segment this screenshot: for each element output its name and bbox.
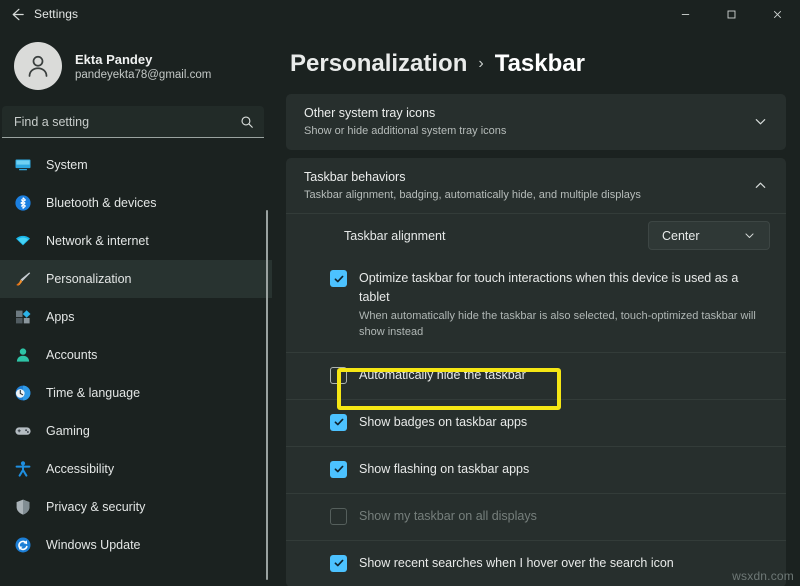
checkbox-checked-icon[interactable] [330,461,347,478]
gamepad-icon [14,422,32,440]
sidebar-item-label: Privacy & security [46,500,145,514]
sidebar-item-privacy-security[interactable]: Privacy & security [0,488,272,526]
checkbox-row-show-recent-searches-when-i-hover-over-t[interactable]: Show recent searches when I hover over t… [286,540,786,586]
avatar[interactable] [14,42,62,90]
sidebar-item-label: Network & internet [46,234,149,248]
checkbox-label: Optimize taskbar for touch interactions … [359,269,770,305]
checkbox-checked-icon[interactable] [330,555,347,572]
checkbox-label: Show recent searches when I hover over t… [359,554,770,572]
sidebar-item-label: Gaming [46,424,90,438]
checkbox-label: Automatically hide the taskbar [359,366,770,384]
account-block[interactable]: Ekta Pandey pandeyekta78@gmail.com [0,32,272,100]
taskbar-alignment-label: Taskbar alignment [344,229,648,243]
chevron-down-icon[interactable] [739,230,759,241]
account-name: Ekta Pandey [75,52,211,67]
sidebar-item-apps[interactable]: Apps [0,298,272,336]
maximize-button[interactable] [708,0,754,28]
page-title: Taskbar [495,50,585,78]
checkbox-label: Show my taskbar on all displays [359,507,770,525]
breadcrumb-parent[interactable]: Personalization [290,50,467,78]
window-title-bar: Settings [0,0,800,28]
bluetooth-icon [14,194,32,212]
search-input[interactable] [14,115,240,129]
checkbox-row-optimize-taskbar-for-touch-interactions-[interactable]: Optimize taskbar for touch interactions … [286,257,786,351]
sidebar-item-label: System [46,158,88,172]
checkbox-checked-icon[interactable] [330,270,347,287]
section-subtitle: Show or hide additional system tray icon… [304,124,750,139]
minimize-button[interactable] [662,0,708,28]
section-header-tray-icons[interactable]: Other system tray icons Show or hide add… [286,94,786,150]
close-button[interactable] [754,0,800,28]
paintbrush-icon [14,270,32,288]
sidebar-nav-list: System Bluetooth & devices Network & inter… [0,146,272,564]
section-header-taskbar-behaviors[interactable]: Taskbar behaviors Taskbar alignment, bad… [286,158,786,214]
checkbox-checked-icon[interactable] [330,414,347,431]
watermark: wsxdn.com [732,569,794,583]
taskbar-alignment-value: Center [662,229,700,243]
sidebar-item-time-language[interactable]: Time & language [0,374,272,412]
sidebar-item-label: Personalization [46,272,131,286]
wifi-icon [14,232,32,250]
sidebar-item-windows-update[interactable]: Windows Update [0,526,272,564]
section-other-system-tray-icons: Other system tray icons Show or hide add… [286,94,786,150]
system-monitor-icon [14,156,32,174]
sidebar-item-label: Accessibility [46,462,114,476]
sidebar-item-label: Time & language [46,386,140,400]
update-refresh-icon [14,536,32,554]
account-email: pandeyekta78@gmail.com [75,69,211,81]
sidebar-scrollbar[interactable] [266,210,268,580]
section-taskbar-behaviors: Taskbar behaviors Taskbar alignment, bad… [286,158,786,586]
checkbox-row-automatically-hide-the-taskbar[interactable]: Automatically hide the taskbar [286,352,786,399]
checkbox-label: Show badges on taskbar apps [359,413,770,431]
sidebar-item-label: Apps [46,310,75,324]
apps-blocks-icon [14,308,32,326]
accessibility-person-icon [14,460,32,478]
sidebar-item-bluetooth-devices[interactable]: Bluetooth & devices [0,184,272,222]
checkbox-row-show-my-taskbar-on-all-displays: Show my taskbar on all displays [286,493,786,540]
section-subtitle: Taskbar alignment, badging, automaticall… [304,188,750,203]
sidebar-item-system[interactable]: System [0,146,272,184]
breadcrumb: Personalization › Taskbar [286,28,786,94]
window-controls [662,0,800,28]
account-person-icon [14,346,32,364]
checkbox-row-show-badges-on-taskbar-apps[interactable]: Show badges on taskbar apps [286,399,786,446]
search-box[interactable] [2,106,264,138]
checkbox-unchecked-icon [330,508,347,525]
shield-icon [14,498,32,516]
taskbar-behavior-checkbox-list: Optimize taskbar for touch interactions … [286,257,786,586]
taskbar-alignment-dropdown[interactable]: Center [648,221,770,250]
checkbox-label: Show flashing on taskbar apps [359,460,770,478]
sidebar-item-label: Accounts [46,348,97,362]
checkbox-row-show-flashing-on-taskbar-apps[interactable]: Show flashing on taskbar apps [286,446,786,493]
sidebar: Ekta Pandey pandeyekta78@gmail.com Syste… [0,28,272,586]
sidebar-item-label: Windows Update [46,538,141,552]
sidebar-item-gaming[interactable]: Gaming [0,412,272,450]
section-title: Taskbar behaviors [304,169,750,186]
breadcrumb-separator-icon: › [478,55,483,73]
main-content: Personalization › Taskbar Other system t… [272,28,800,586]
sidebar-item-accounts[interactable]: Accounts [0,336,272,374]
sidebar-item-network-internet[interactable]: Network & internet [0,222,272,260]
chevron-up-icon[interactable] [750,179,770,192]
sidebar-item-personalization[interactable]: Personalization [0,260,272,298]
checkbox-description: When automatically hide the taskbar is a… [359,309,770,341]
chevron-down-icon[interactable] [750,115,770,128]
back-arrow-icon[interactable] [0,0,34,28]
sidebar-item-label: Bluetooth & devices [46,196,157,210]
app-title: Settings [34,7,78,21]
search-icon[interactable] [240,115,254,129]
clock-globe-icon [14,384,32,402]
checkbox-unchecked-icon[interactable] [330,367,347,384]
section-title: Other system tray icons [304,105,750,122]
sidebar-item-accessibility[interactable]: Accessibility [0,450,272,488]
row-taskbar-alignment: Taskbar alignment Center [286,213,786,257]
